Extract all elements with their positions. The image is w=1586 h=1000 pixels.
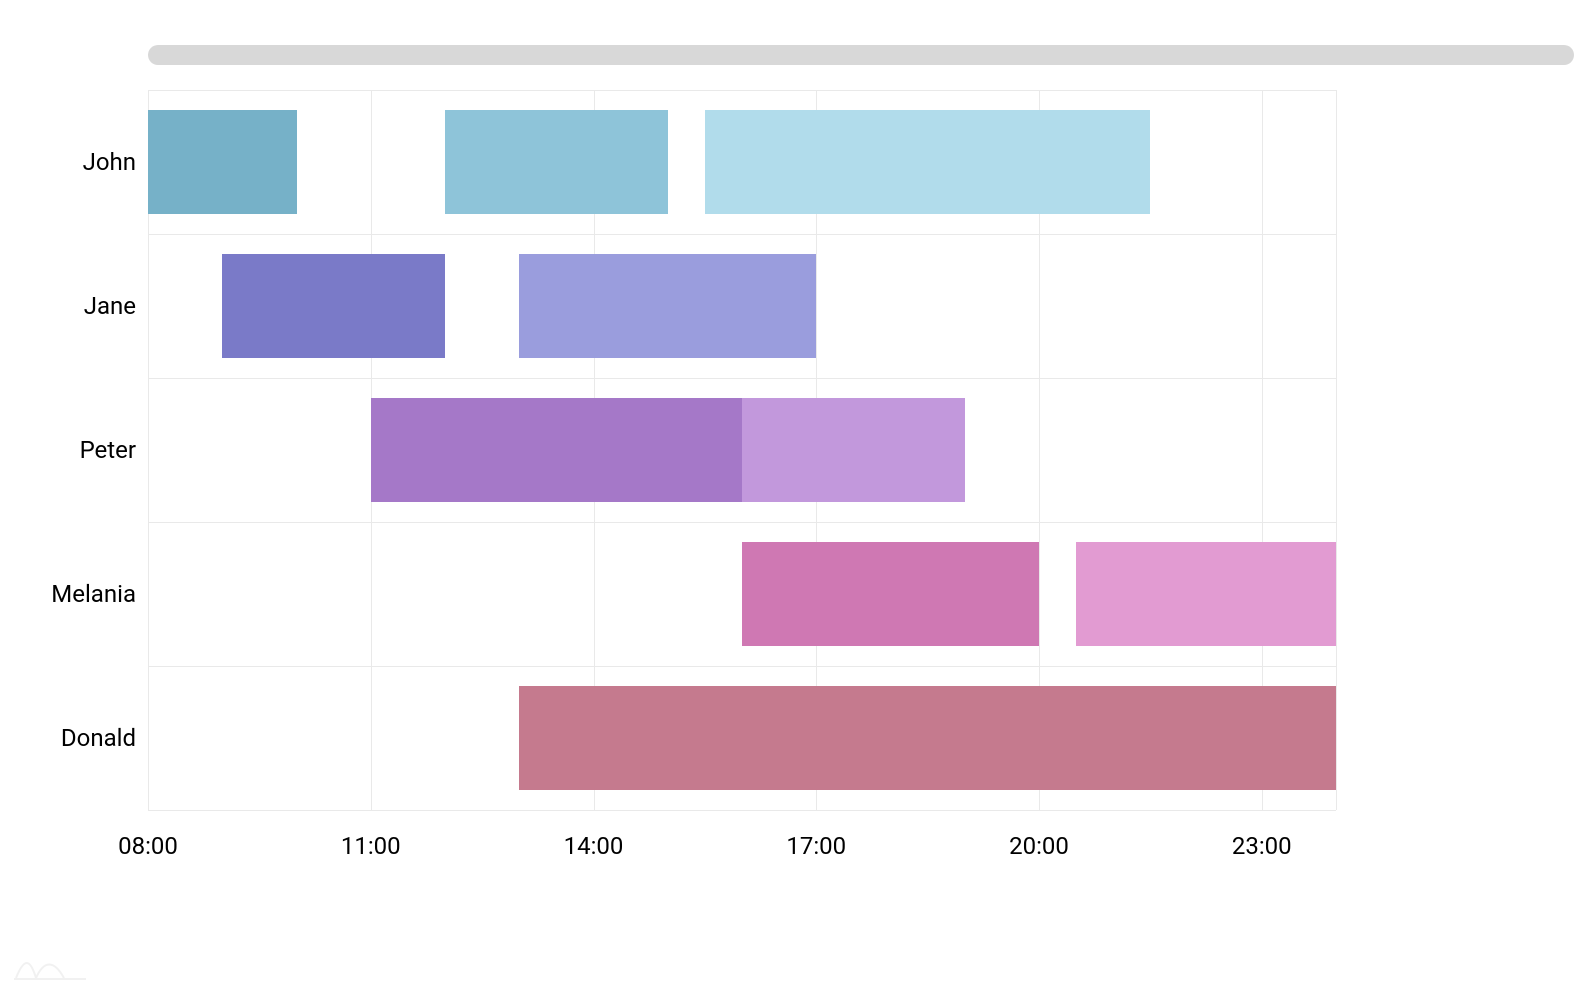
gantt-bar[interactable]: [742, 542, 1039, 646]
horizontal-scrollbar[interactable]: [148, 45, 1574, 65]
grid-col-divider: [1336, 90, 1337, 810]
gantt-bar[interactable]: [519, 254, 816, 358]
gantt-bar[interactable]: [742, 398, 965, 502]
gantt-bar[interactable]: [445, 110, 668, 214]
gantt-bar[interactable]: [705, 110, 1151, 214]
y-axis-label: Peter: [6, 436, 136, 464]
gantt-bar[interactable]: [1076, 542, 1336, 646]
gantt-bar[interactable]: [148, 110, 297, 214]
gantt-chart-container: John Jane Peter Melania Donald 08:00 11:00 14:…: [0, 0, 1586, 1000]
amcharts-logo: [14, 954, 86, 986]
x-axis-label: 11:00: [331, 832, 411, 860]
gantt-bar[interactable]: [222, 254, 445, 358]
grid-row-divider: [148, 810, 1336, 811]
grid-row-divider: [148, 522, 1336, 523]
y-axis-label: Donald: [6, 724, 136, 752]
grid-row-divider: [148, 378, 1336, 379]
y-axis-label: Jane: [6, 292, 136, 320]
chart-plot-area: [148, 90, 1336, 810]
grid-row-divider: [148, 90, 1336, 91]
x-axis-label: 08:00: [108, 832, 188, 860]
grid-row-divider: [148, 234, 1336, 235]
y-axis-label: Melania: [6, 580, 136, 608]
gantt-bar[interactable]: [371, 398, 742, 502]
y-axis-label: John: [6, 148, 136, 176]
grid-row-divider: [148, 666, 1336, 667]
x-axis-label: 17:00: [776, 832, 856, 860]
x-axis-label: 20:00: [999, 832, 1079, 860]
x-axis-label: 14:00: [554, 832, 634, 860]
gantt-bar[interactable]: [519, 686, 1336, 790]
x-axis-label: 23:00: [1222, 832, 1302, 860]
